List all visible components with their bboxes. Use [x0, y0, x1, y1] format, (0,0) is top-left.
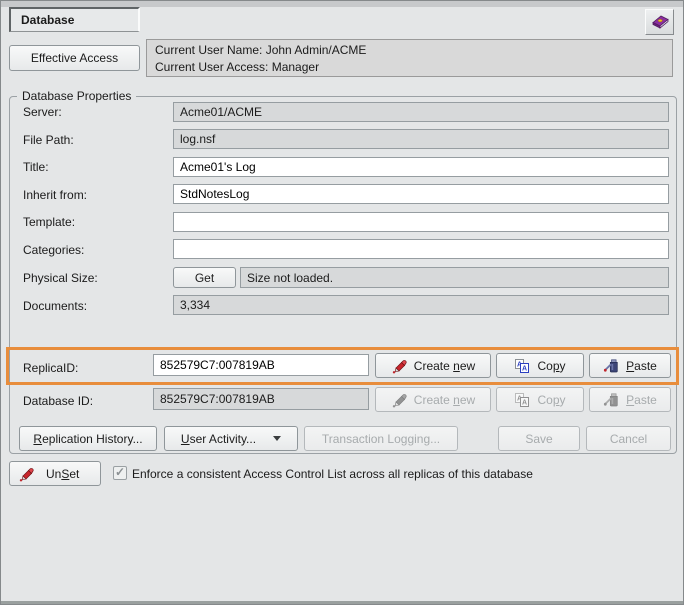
- replica-create-new-label: Create new: [414, 359, 475, 373]
- acl-consistency-label: Enforce a consistent Access Control List…: [132, 467, 533, 481]
- replica-id-label: ReplicaID:: [23, 361, 78, 375]
- accel-key: U: [181, 432, 190, 446]
- svg-text:A: A: [522, 365, 527, 372]
- chevron-down-icon: [273, 436, 281, 441]
- database-id-field: 852579C7:007819AB: [153, 388, 369, 410]
- replica-id-input[interactable]: [153, 354, 369, 376]
- properties-book-icon: [650, 12, 670, 33]
- database-paste-button-disabled: Paste: [589, 387, 671, 412]
- inherit-from-input[interactable]: [173, 184, 669, 204]
- save-button-disabled: Save: [498, 426, 580, 451]
- cancel-button-disabled: Cancel: [586, 426, 671, 451]
- template-input[interactable]: [173, 212, 669, 232]
- unset-label: UnSet: [46, 467, 79, 481]
- inherit-from-label: Inherit from:: [23, 188, 87, 202]
- database-id-label: Database ID:: [23, 394, 93, 408]
- database-create-new-button-disabled: Create new: [375, 387, 491, 412]
- gray-pen-icon: [391, 392, 407, 408]
- replica-create-new-button[interactable]: Create new: [375, 353, 491, 378]
- title-input[interactable]: [173, 157, 669, 177]
- file-path-field: log.nsf: [173, 129, 669, 149]
- cancel-label: Cancel: [610, 432, 647, 446]
- copy-documents-icon: A A: [514, 358, 530, 374]
- server-label: Server:: [23, 105, 62, 119]
- tab-database[interactable]: Database: [9, 7, 140, 32]
- replication-history-button[interactable]: Replication History...: [19, 426, 157, 451]
- title-label: Title:: [23, 160, 49, 174]
- user-activity-label: User Activity...: [181, 432, 256, 446]
- documents-field: 3,334: [173, 295, 669, 315]
- accel-key: p: [553, 359, 560, 373]
- current-user-name: Current User Name: John Admin/ACME: [155, 42, 664, 59]
- documents-label: Documents:: [23, 299, 87, 313]
- get-size-label: Get: [195, 271, 214, 285]
- current-user-access: Current User Access: Manager: [155, 59, 664, 76]
- current-user-info-box: Current User Name: John Admin/ACME Curre…: [146, 39, 673, 77]
- database-create-new-label: Create new: [414, 393, 475, 407]
- user-activity-button[interactable]: User Activity...: [164, 426, 298, 451]
- accel-key: R: [33, 432, 42, 446]
- window-bottom-edge: [1, 601, 683, 604]
- template-label: Template:: [23, 215, 75, 229]
- accel-key: p: [553, 393, 560, 407]
- red-pen-icon: [18, 466, 34, 482]
- accel-key: P: [626, 393, 634, 407]
- database-copy-label: Copy: [537, 393, 565, 407]
- replica-copy-label: Copy: [537, 359, 565, 373]
- acl-consistency-checkbox: [113, 466, 127, 480]
- properties-book-button[interactable]: [645, 9, 674, 35]
- paste-jar-icon: [603, 392, 619, 408]
- file-path-label: File Path:: [23, 133, 74, 147]
- accel-key: P: [626, 359, 634, 373]
- categories-label: Categories:: [23, 243, 84, 257]
- replica-paste-label: Paste: [626, 359, 657, 373]
- replica-paste-button[interactable]: Paste: [589, 353, 671, 378]
- save-label: Save: [525, 432, 552, 446]
- server-field: Acme01/ACME: [173, 102, 669, 122]
- database-copy-button-disabled: A A Copy: [496, 387, 584, 412]
- database-properties-window: Database Effective Access Current User N…: [0, 0, 684, 605]
- svg-text:A: A: [522, 399, 527, 406]
- database-paste-label: Paste: [626, 393, 657, 407]
- red-pen-icon: [391, 358, 407, 374]
- get-size-button[interactable]: Get: [173, 267, 236, 288]
- categories-input[interactable]: [173, 239, 669, 259]
- physical-size-label: Physical Size:: [23, 271, 98, 285]
- database-properties-group-title: Database Properties: [17, 89, 136, 103]
- effective-access-label: Effective Access: [31, 51, 118, 65]
- paste-jar-icon: [603, 358, 619, 374]
- replication-history-label: Replication History...: [33, 432, 142, 446]
- unset-button[interactable]: UnSet: [9, 461, 101, 486]
- physical-size-field: Size not loaded.: [240, 267, 669, 288]
- replica-copy-button[interactable]: A A Copy: [496, 353, 584, 378]
- transaction-logging-label: Transaction Logging...: [322, 432, 440, 446]
- accel-key: n: [453, 393, 460, 407]
- effective-access-button[interactable]: Effective Access: [9, 45, 140, 71]
- copy-documents-icon: A A: [514, 392, 530, 408]
- transaction-logging-button-disabled: Transaction Logging...: [304, 426, 458, 451]
- accel-key: n: [453, 359, 460, 373]
